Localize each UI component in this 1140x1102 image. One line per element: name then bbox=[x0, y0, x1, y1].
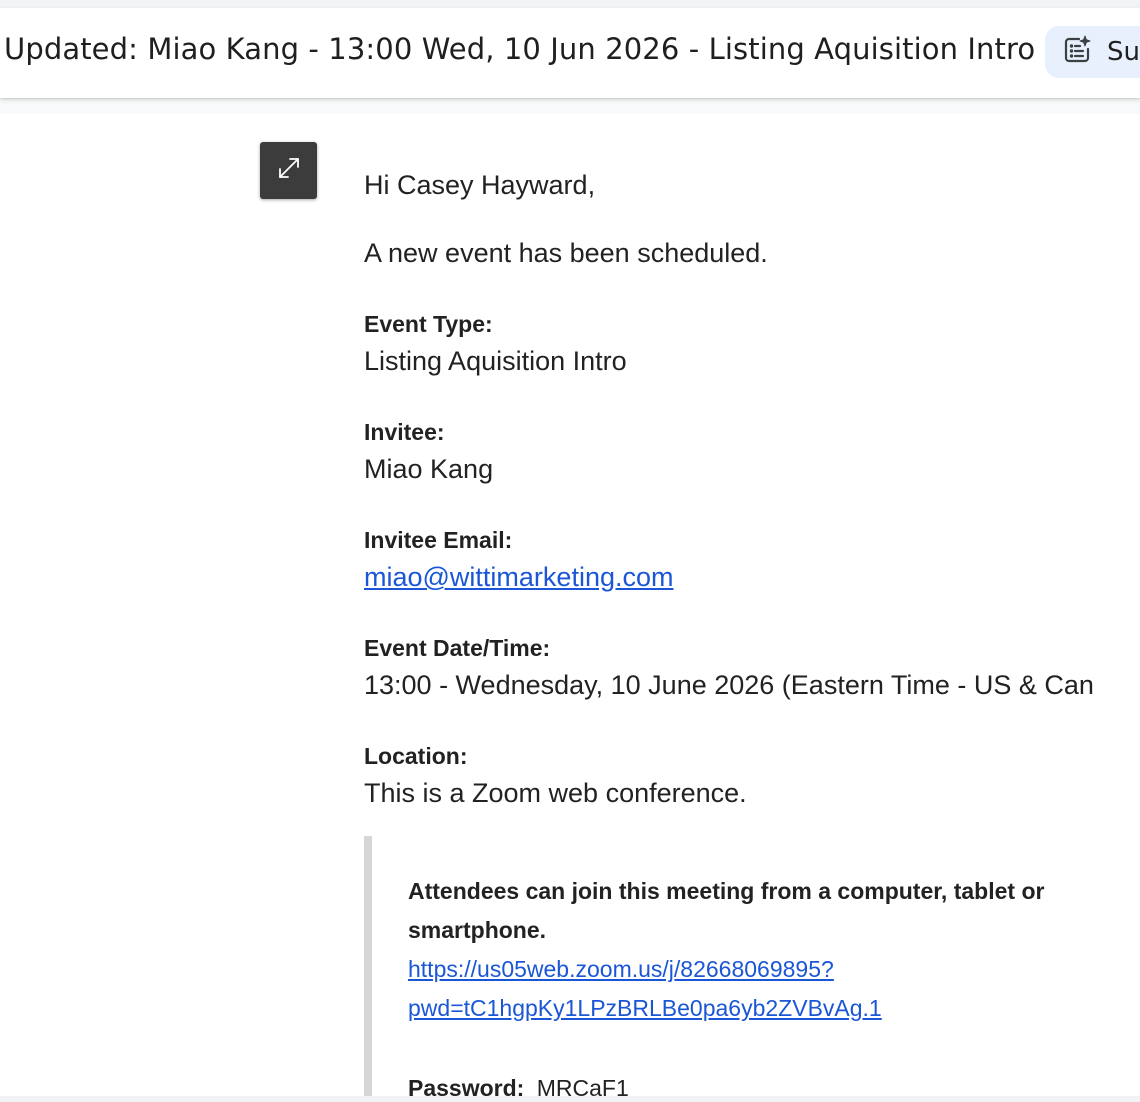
summarize-label: Su bbox=[1107, 37, 1140, 67]
datetime-value: 13:00 - Wednesday, 10 June 2026 (Eastern… bbox=[364, 670, 1094, 700]
join-info-line1: Attendees can join this meeting from a c… bbox=[408, 878, 1045, 904]
email-subject: Updated: Miao Kang - 13:00 Wed, 10 Jun 2… bbox=[4, 32, 1036, 66]
expand-diagonal-icon bbox=[276, 155, 302, 186]
email-header: Updated: Miao Kang - 13:00 Wed, 10 Jun 2… bbox=[0, 8, 1140, 98]
content-top-band bbox=[0, 98, 1140, 114]
datetime-label: Event Date/Time: bbox=[364, 635, 551, 661]
sparkle-list-icon bbox=[1061, 34, 1093, 71]
zoom-link-line1[interactable]: https://us05web.zoom.us/j/82668069895? bbox=[408, 956, 834, 983]
location-value: This is a Zoom web conference. bbox=[364, 778, 747, 808]
invitee-label: Invitee: bbox=[364, 419, 445, 445]
event-type-label: Event Type: bbox=[364, 311, 493, 337]
intro-text: A new event has been scheduled. bbox=[364, 238, 768, 268]
join-info-line2: smartphone. bbox=[408, 917, 547, 943]
expand-button[interactable] bbox=[260, 142, 317, 199]
greeting: Hi Casey Hayward, bbox=[364, 170, 596, 200]
zoom-link-line2[interactable]: pwd=tC1hgpKy1LPzBRLBe0pa6yb2ZVBvAg.1 bbox=[408, 995, 882, 1022]
invitee-email-link[interactable]: miao@wittimarketing.com bbox=[364, 562, 674, 593]
invitee-email-label: Invitee Email: bbox=[364, 527, 513, 553]
summarize-button[interactable]: Su bbox=[1045, 26, 1140, 78]
quote-bar bbox=[364, 836, 372, 1102]
window-top-edge bbox=[0, 0, 1140, 8]
event-type-value: Listing Aquisition Intro bbox=[364, 346, 627, 376]
invitee-value: Miao Kang bbox=[364, 454, 494, 484]
location-label: Location: bbox=[364, 743, 468, 769]
window-bottom-edge bbox=[0, 1096, 1140, 1102]
